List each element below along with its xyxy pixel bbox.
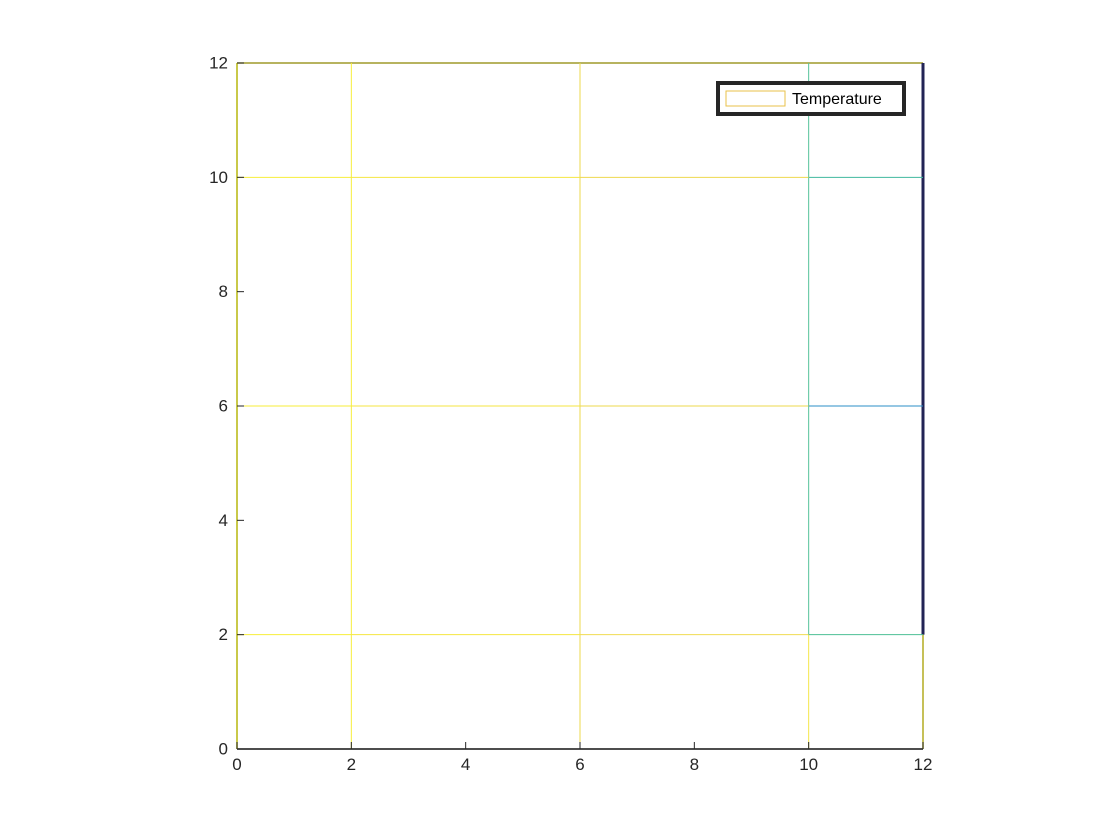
y-tick-label: 0 — [219, 740, 228, 759]
y-tick-label: 2 — [219, 625, 228, 644]
plot-area — [236, 62, 925, 750]
y-tick-label: 12 — [209, 54, 228, 73]
legend-entry-temperature: Temperature — [792, 91, 882, 108]
y-tick-label: 8 — [219, 282, 228, 301]
chart-figure: 0 2 4 6 8 10 12 0 2 4 6 8 10 12 Temperature — [0, 0, 1120, 840]
y-tick-label: 4 — [219, 511, 228, 530]
x-tick-label: 4 — [461, 755, 470, 774]
y-tick-label: 10 — [209, 168, 228, 187]
x-tick-label: 12 — [914, 755, 933, 774]
x-tick-label: 2 — [347, 755, 356, 774]
y-tick-label: 6 — [219, 397, 228, 416]
x-tick-label: 0 — [232, 755, 241, 774]
x-tick-label: 8 — [690, 755, 699, 774]
legend[interactable]: Temperature — [716, 81, 906, 116]
x-tick-label: 10 — [799, 755, 818, 774]
x-tick-label: 6 — [575, 755, 584, 774]
